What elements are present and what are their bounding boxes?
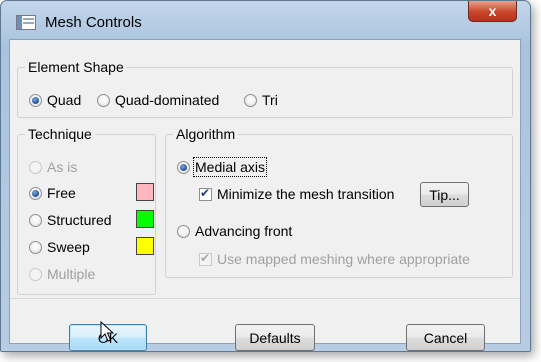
- tip-button[interactable]: Tip...: [420, 182, 469, 207]
- minimize-transition-option[interactable]: Minimize the mesh transition: [199, 186, 394, 202]
- mesh-controls-dialog: Mesh Controls x Element Shape Quad Quad-…: [0, 0, 531, 352]
- technique-option-structured[interactable]: Structured: [29, 212, 112, 228]
- element-shape-legend: Element Shape: [28, 59, 124, 75]
- medial-axis-radio[interactable]: [177, 160, 190, 174]
- mapped-meshing-label: Use mapped meshing where appropriate: [217, 251, 470, 267]
- free-color-swatch: [136, 183, 154, 201]
- free-radio[interactable]: [29, 186, 42, 200]
- sweep-radio[interactable]: [29, 240, 42, 254]
- element-shape-group: Element Shape: [17, 59, 513, 118]
- quad-dominated-radio[interactable]: [97, 93, 110, 107]
- algorithm-option-medial-axis[interactable]: Medial axis: [177, 157, 268, 177]
- as-is-radio[interactable]: [29, 160, 42, 174]
- technique-legend: Technique: [28, 126, 92, 142]
- window-title: Mesh Controls: [45, 14, 142, 31]
- title-bar[interactable]: Mesh Controls x: [1, 1, 530, 39]
- algorithm-legend: Algorithm: [176, 126, 236, 142]
- close-button[interactable]: x: [468, 1, 517, 22]
- structured-label: Structured: [47, 212, 112, 228]
- structured-color-swatch: [136, 210, 154, 228]
- quad-dominated-label: Quad-dominated: [115, 92, 220, 108]
- technique-option-multiple[interactable]: Multiple: [29, 266, 95, 282]
- sweep-color-swatch: [136, 237, 154, 255]
- tri-radio[interactable]: [244, 93, 257, 107]
- multiple-radio[interactable]: [29, 267, 42, 281]
- medial-axis-label: Medial axis: [192, 157, 268, 177]
- shape-option-quad-dominated[interactable]: Quad-dominated: [97, 92, 219, 108]
- mouse-pointer-icon: [100, 321, 114, 342]
- cancel-button[interactable]: Cancel: [406, 324, 485, 351]
- structured-radio[interactable]: [29, 213, 42, 227]
- tri-label: Tri: [262, 92, 278, 108]
- button-separator: [10, 298, 520, 299]
- shape-option-quad[interactable]: Quad: [29, 92, 81, 108]
- sweep-label: Sweep: [47, 239, 90, 255]
- defaults-button[interactable]: Defaults: [235, 324, 315, 351]
- minimize-transition-label: Minimize the mesh transition: [217, 186, 395, 202]
- shape-option-tri[interactable]: Tri: [244, 92, 278, 108]
- mapped-meshing-checkbox[interactable]: [199, 251, 212, 266]
- quad-label: Quad: [47, 92, 82, 108]
- advancing-front-radio[interactable]: [177, 224, 190, 238]
- mapped-meshing-option[interactable]: Use mapped meshing where appropriate: [199, 251, 470, 267]
- quad-radio[interactable]: [29, 93, 42, 107]
- technique-option-free[interactable]: Free: [29, 185, 76, 201]
- dialog-body: Element Shape Quad Quad-dominated Tri Te…: [9, 39, 521, 351]
- as-is-label: As is: [47, 159, 78, 175]
- advancing-front-label: Advancing front: [195, 223, 293, 239]
- free-label: Free: [47, 185, 76, 201]
- technique-option-as-is[interactable]: As is: [29, 159, 77, 175]
- close-icon: x: [488, 3, 497, 19]
- algorithm-option-advancing-front[interactable]: Advancing front: [177, 223, 292, 239]
- minimize-transition-checkbox[interactable]: [199, 186, 212, 201]
- window-icon: [16, 15, 36, 30]
- technique-option-sweep[interactable]: Sweep: [29, 239, 90, 255]
- multiple-label: Multiple: [47, 266, 96, 282]
